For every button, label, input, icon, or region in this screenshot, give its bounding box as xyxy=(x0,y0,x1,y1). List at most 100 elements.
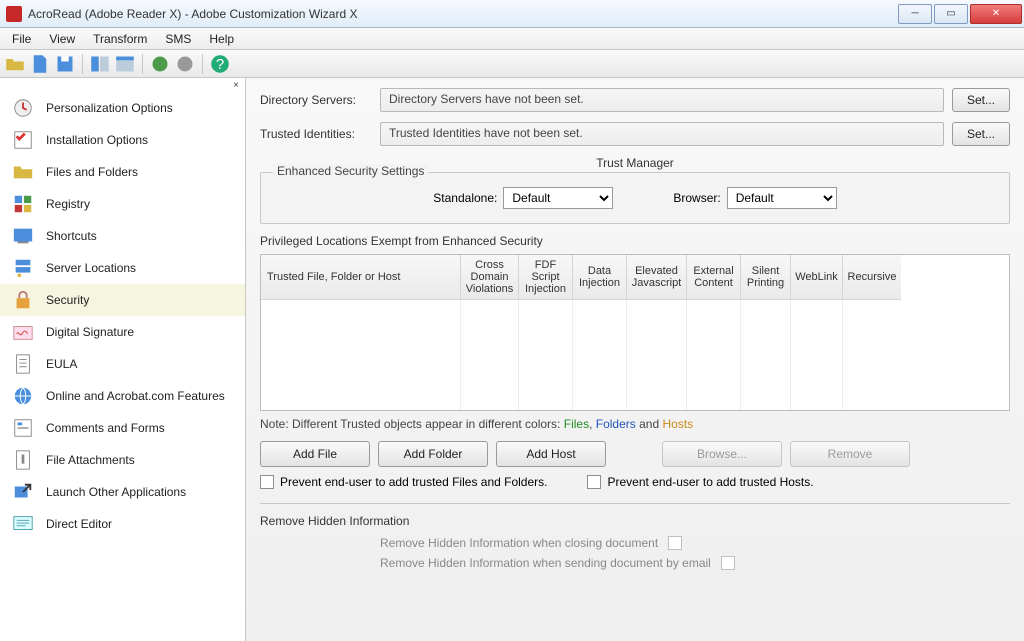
browser-select[interactable]: Default xyxy=(727,187,837,209)
sidebar-item-comments[interactable]: Comments and Forms xyxy=(0,412,245,444)
svg-text:?: ? xyxy=(216,56,224,73)
menu-file[interactable]: File xyxy=(4,30,39,48)
privileged-title: Privileged Locations Exempt from Enhance… xyxy=(260,234,1010,248)
col-trusted[interactable]: Trusted File, Folder or Host xyxy=(261,255,461,300)
minimize-button[interactable]: ─ xyxy=(898,4,932,24)
sidebar-item-files[interactable]: Files and Folders xyxy=(0,156,245,188)
standalone-select[interactable]: Default xyxy=(503,187,613,209)
server-icon xyxy=(10,256,36,280)
close-button[interactable]: ✕ xyxy=(970,4,1022,24)
clock-icon xyxy=(10,96,36,120)
directory-servers-value: Directory Servers have not been set. xyxy=(380,88,944,112)
toolbar-sep xyxy=(82,54,83,74)
sidebar-item-launch[interactable]: Launch Other Applications xyxy=(0,476,245,508)
toolbar: ? xyxy=(0,50,1024,78)
sidebar-item-server[interactable]: Server Locations xyxy=(0,252,245,284)
shortcut-icon xyxy=(10,224,36,248)
col-fdf[interactable]: FDF Script Injection xyxy=(519,255,573,300)
save-icon[interactable] xyxy=(54,53,76,75)
checklist-icon xyxy=(10,128,36,152)
sidebar-close-icon[interactable]: × xyxy=(227,78,245,93)
folder-icon xyxy=(10,160,36,184)
menu-help[interactable]: Help xyxy=(201,30,242,48)
new-icon[interactable] xyxy=(29,53,51,75)
sidebar-item-label: Comments and Forms xyxy=(46,421,165,435)
add-file-button[interactable]: Add File xyxy=(260,441,370,467)
editor-icon xyxy=(10,512,36,536)
prevent-hosts-checkbox[interactable] xyxy=(587,475,601,489)
col-cross-domain[interactable]: Cross Domain Violations xyxy=(461,255,519,300)
sidebar-item-label: Launch Other Applications xyxy=(46,485,186,499)
col-silent[interactable]: Silent Printing xyxy=(741,255,791,300)
settings-icon[interactable] xyxy=(174,53,196,75)
window-buttons: ─ ▭ ✕ xyxy=(898,4,1024,24)
col-weblink[interactable]: WebLink xyxy=(791,255,843,300)
remove-email-checkbox[interactable] xyxy=(721,556,735,570)
sidebar-item-label: Installation Options xyxy=(46,133,148,147)
maximize-button[interactable]: ▭ xyxy=(934,4,968,24)
sidebar-item-installation[interactable]: Installation Options xyxy=(0,124,245,156)
remove-closing-label: Remove Hidden Information when closing d… xyxy=(380,536,658,550)
menubar: File View Transform SMS Help xyxy=(0,28,1024,50)
toolbar-sep2 xyxy=(142,54,143,74)
col-recursive[interactable]: Recursive xyxy=(843,255,901,300)
browser-label: Browser: xyxy=(673,191,720,205)
titlebar: AcroRead (Adobe Reader X) - Adobe Custom… xyxy=(0,0,1024,28)
globe-icon xyxy=(10,384,36,408)
layout-icon[interactable] xyxy=(89,53,111,75)
remove-email-label: Remove Hidden Information when sending d… xyxy=(380,556,711,570)
app-icon xyxy=(6,6,22,22)
sidebar-item-label: Shortcuts xyxy=(46,229,97,243)
sidebar-item-label: Direct Editor xyxy=(46,517,112,531)
privileged-grid[interactable]: Trusted File, Folder or Host Cross Domai… xyxy=(260,254,1010,411)
sidebar-item-label: Personalization Options xyxy=(46,101,173,115)
help-icon[interactable]: ? xyxy=(209,53,231,75)
toolbar-sep3 xyxy=(202,54,203,74)
sidebar-item-label: EULA xyxy=(46,357,77,371)
build-icon[interactable] xyxy=(149,53,171,75)
menu-view[interactable]: View xyxy=(41,30,83,48)
sidebar-item-eula[interactable]: EULA xyxy=(0,348,245,380)
note-line: Note: Different Trusted objects appear i… xyxy=(260,417,1010,431)
sidebar-item-signature[interactable]: Digital Signature xyxy=(0,316,245,348)
launch-icon xyxy=(10,480,36,504)
panels-icon[interactable] xyxy=(114,53,136,75)
add-folder-button[interactable]: Add Folder xyxy=(378,441,488,467)
form-icon xyxy=(10,416,36,440)
standalone-label: Standalone: xyxy=(433,191,497,205)
sidebar-item-label: Files and Folders xyxy=(46,165,138,179)
open-icon[interactable] xyxy=(4,53,26,75)
col-data-inj[interactable]: Data Injection xyxy=(573,255,627,300)
set-directory-button[interactable]: Set... xyxy=(952,88,1010,112)
sidebar-item-registry[interactable]: Registry xyxy=(0,188,245,220)
trusted-identities-value: Trusted Identities have not been set. xyxy=(380,122,944,146)
enhanced-security-fieldset: Enhanced Security Settings Standalone: D… xyxy=(260,172,1010,224)
signature-icon xyxy=(10,320,36,344)
sidebar-item-label: Registry xyxy=(46,197,90,211)
sidebar-item-security[interactable]: Security xyxy=(0,284,245,316)
lock-icon xyxy=(10,288,36,312)
sidebar-item-label: Online and Acrobat.com Features xyxy=(46,389,225,403)
col-elevated-js[interactable]: Elevated Javascript xyxy=(627,255,687,300)
sidebar-item-label: Digital Signature xyxy=(46,325,134,339)
set-trusted-button[interactable]: Set... xyxy=(952,122,1010,146)
add-host-button[interactable]: Add Host xyxy=(496,441,606,467)
window-title: AcroRead (Adobe Reader X) - Adobe Custom… xyxy=(28,7,358,21)
directory-servers-label: Directory Servers: xyxy=(260,93,380,107)
main-panel: Directory Servers: Directory Servers hav… xyxy=(246,78,1024,641)
browse-button[interactable]: Browse... xyxy=(662,441,782,467)
remove-button[interactable]: Remove xyxy=(790,441,910,467)
prevent-files-label: Prevent end-user to add trusted Files an… xyxy=(280,475,547,489)
sidebar-item-online[interactable]: Online and Acrobat.com Features xyxy=(0,380,245,412)
col-external[interactable]: External Content xyxy=(687,255,741,300)
remove-closing-checkbox[interactable] xyxy=(668,536,682,550)
sidebar-item-shortcuts[interactable]: Shortcuts xyxy=(0,220,245,252)
enhanced-security-title: Enhanced Security Settings xyxy=(273,164,428,178)
sidebar-item-attachments[interactable]: File Attachments xyxy=(0,444,245,476)
sidebar-item-label: File Attachments xyxy=(46,453,135,467)
sidebar-item-personalization[interactable]: Personalization Options xyxy=(0,92,245,124)
menu-sms[interactable]: SMS xyxy=(157,30,199,48)
prevent-files-checkbox[interactable] xyxy=(260,475,274,489)
menu-transform[interactable]: Transform xyxy=(85,30,155,48)
sidebar-item-editor[interactable]: Direct Editor xyxy=(0,508,245,540)
